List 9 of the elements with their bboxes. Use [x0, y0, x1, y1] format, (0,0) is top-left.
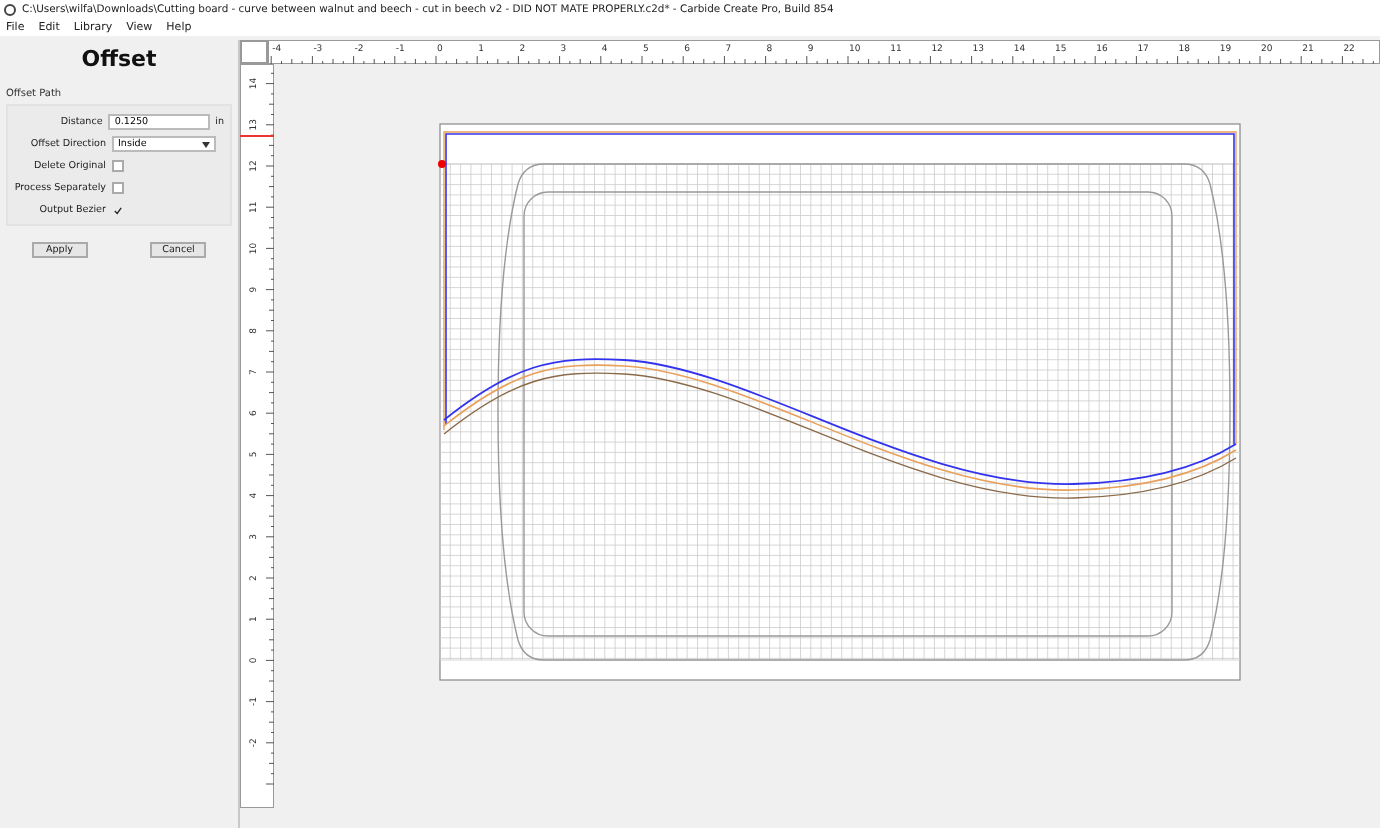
checkbox[interactable]: [112, 160, 124, 172]
panel-title: Offset: [79, 46, 159, 72]
checkbox[interactable]: [112, 182, 124, 194]
ruler-corner: [240, 40, 268, 64]
app-icon: [4, 3, 16, 15]
caret-icon: [202, 141, 210, 147]
origin-marker: [438, 160, 446, 168]
checkbox[interactable]: [112, 204, 124, 216]
cursor-marker: [240, 135, 274, 137]
